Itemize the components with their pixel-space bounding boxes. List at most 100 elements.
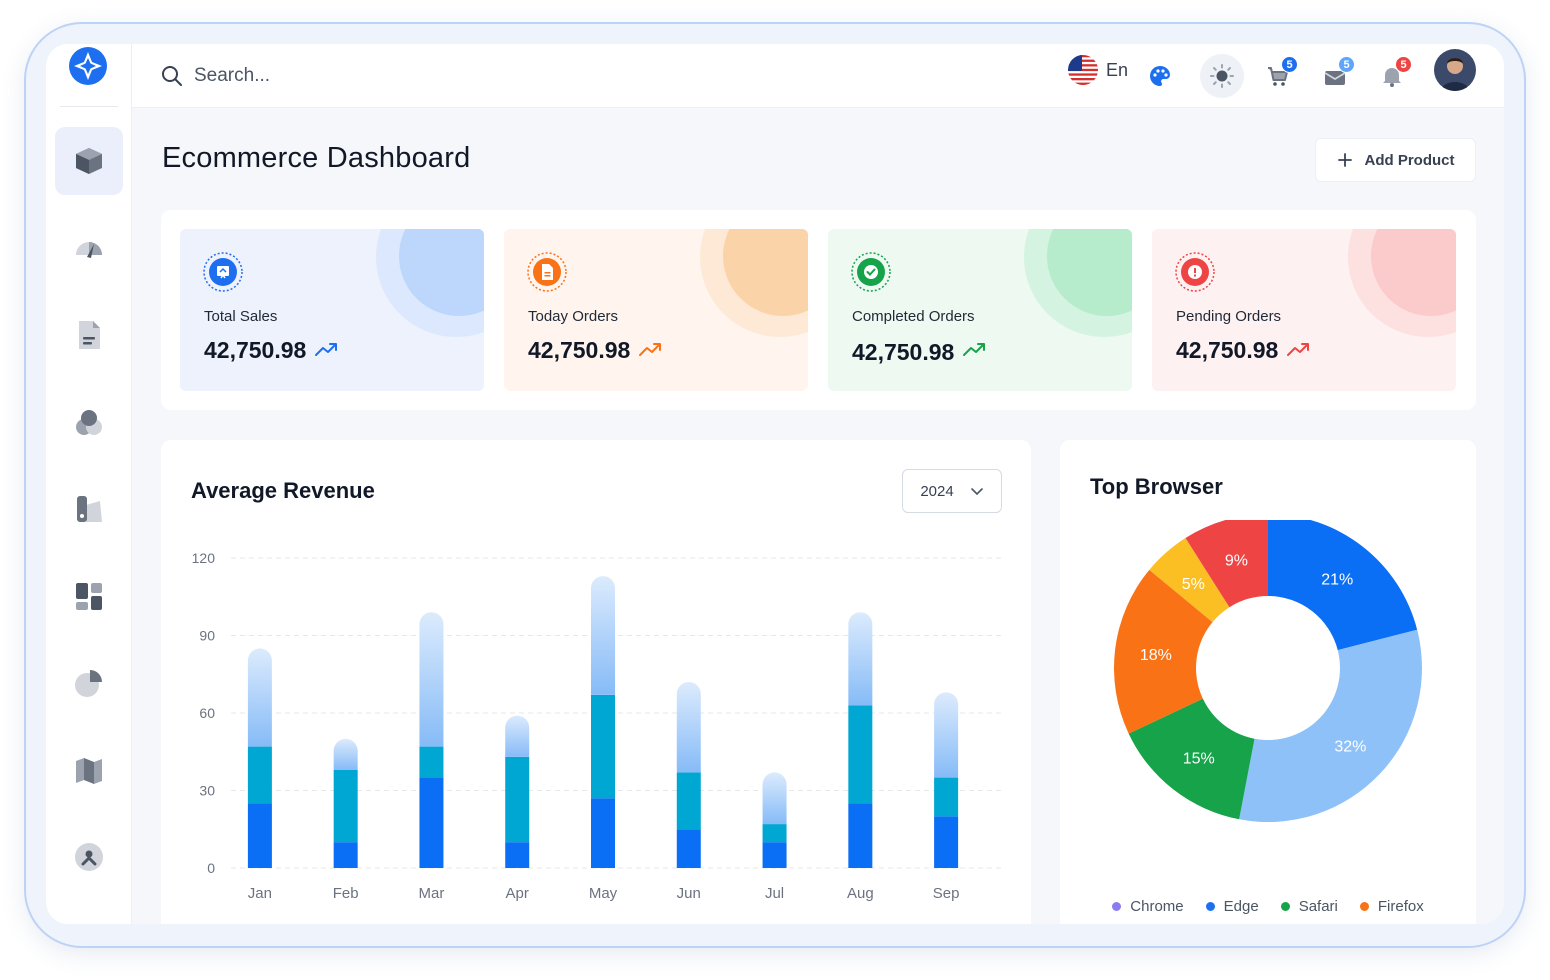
stat-card-today-orders[interactable]: Today Orders 42,750.98 [504, 229, 808, 391]
stat-card-pending-orders[interactable]: Pending Orders 42,750.98 [1152, 229, 1456, 391]
stat-label: Completed Orders [852, 308, 975, 325]
legend-dot [1112, 902, 1122, 911]
stat-value: 42,750.98 [852, 339, 955, 365]
bar-segment[interactable] [934, 816, 959, 868]
bar-segment[interactable] [676, 829, 701, 868]
bar-segment-top[interactable] [505, 715, 530, 757]
stat-card-completed-orders[interactable]: Completed Orders 42,750.98 [828, 229, 1132, 391]
stat-value: 42,750.98 [528, 337, 631, 363]
bar-segment-top[interactable] [419, 612, 444, 747]
trend-up-icon [639, 343, 661, 356]
bar-segment[interactable] [762, 842, 787, 868]
us-flag-icon [1068, 55, 1098, 85]
legend-item[interactable]: Edge [1205, 898, 1259, 915]
slice-label: 18% [1140, 647, 1172, 664]
bar-segment-top[interactable] [247, 648, 272, 747]
bar-segment[interactable] [591, 694, 615, 799]
sales-board-icon [203, 252, 243, 292]
bar-segment-top[interactable] [762, 772, 787, 825]
bar-segment-top[interactable] [848, 612, 873, 706]
messages-badge: 5 [1338, 56, 1355, 73]
bar-segment[interactable] [247, 746, 272, 804]
chevron-down-icon [970, 488, 983, 496]
bar-segment-top[interactable] [591, 576, 615, 695]
bar-segment[interactable] [934, 777, 959, 817]
search-box[interactable] [160, 56, 460, 96]
legend-item[interactable]: Firefox [1359, 898, 1424, 915]
y-tick-label: 120 [192, 550, 216, 566]
legend-label: Safari [1298, 898, 1338, 915]
bar-segment[interactable] [333, 769, 358, 843]
grid-icon [76, 583, 102, 610]
bar-segment-top[interactable] [333, 738, 358, 770]
pie-chart-icon [75, 670, 102, 697]
x-tick-label: Feb [333, 885, 359, 902]
legend-item[interactable]: Chrome [1112, 898, 1184, 915]
nav-support[interactable] [55, 823, 123, 891]
user-badge-icon [75, 843, 103, 871]
nav-charts[interactable] [55, 649, 123, 717]
sun-icon [1210, 64, 1234, 88]
nav-widgets[interactable] [55, 562, 123, 630]
nav-documents[interactable] [55, 301, 123, 369]
bar-segment[interactable] [848, 705, 873, 804]
bar-segment[interactable] [676, 772, 701, 830]
notifications-button[interactable]: 5 [1370, 54, 1414, 98]
top-bar: En 5 [132, 44, 1504, 108]
nav-apps[interactable] [55, 388, 123, 456]
bar-segment[interactable] [762, 824, 787, 843]
cart-button[interactable]: 5 [1256, 54, 1300, 98]
bar-segment[interactable] [419, 746, 444, 778]
bar-segment[interactable] [505, 756, 530, 843]
box-icon [76, 148, 102, 174]
x-tick-label: Sep [933, 885, 960, 902]
bar-segment-top[interactable] [676, 682, 701, 773]
user-avatar[interactable] [1434, 49, 1476, 91]
dark-mode-toggle[interactable] [1200, 54, 1244, 98]
add-product-button[interactable]: Add Product [1315, 138, 1476, 182]
x-tick-label: Apr [506, 885, 529, 902]
y-tick-label: 0 [207, 860, 215, 876]
notifications-badge: 5 [1395, 56, 1412, 73]
page-title: Ecommerce Dashboard [162, 142, 471, 174]
bar-segment[interactable] [333, 842, 358, 868]
circles-icon [76, 410, 102, 435]
browser-title: Top Browser [1090, 474, 1223, 499]
donut-slice[interactable] [1239, 629, 1422, 822]
legend-label: Chrome [1130, 898, 1184, 915]
sidebar [46, 44, 132, 924]
legend-item[interactable]: Safari [1280, 898, 1338, 915]
language-selector[interactable]: En [1068, 55, 1128, 85]
x-tick-label: Aug [847, 885, 874, 902]
bar-segment[interactable] [419, 777, 444, 868]
revenue-title: Average Revenue [191, 478, 375, 503]
x-tick-label: Jun [677, 885, 701, 902]
year-select[interactable]: 2024 [902, 469, 1002, 513]
search-input[interactable] [194, 65, 434, 87]
nav-design[interactable] [55, 475, 123, 543]
theme-palette-button[interactable] [1138, 54, 1182, 98]
slice-label: 21% [1321, 572, 1353, 589]
bar-segment[interactable] [247, 803, 272, 868]
language-label: En [1106, 59, 1129, 80]
nav-ecommerce[interactable] [55, 127, 123, 195]
stat-card-total-sales[interactable]: Total Sales 42,750.98 [180, 229, 484, 391]
bar-segment[interactable] [591, 798, 615, 868]
legend-label: Edge [1223, 898, 1259, 915]
search-icon [162, 66, 182, 86]
alert-clock-icon [1175, 252, 1215, 292]
nav-maps[interactable] [55, 736, 123, 804]
slice-label: 32% [1334, 738, 1366, 755]
legend-label: Firefox [1377, 898, 1424, 915]
stat-label: Pending Orders [1176, 308, 1282, 325]
palette-icon [1150, 66, 1170, 86]
app-logo[interactable] [68, 46, 108, 86]
bar-segment-top[interactable] [934, 692, 959, 778]
top-browser-card: Top Browser 21% 32% 15% 18% 5% 9% Chrome Edge S… [1060, 440, 1476, 924]
messages-button[interactable]: 5 [1313, 54, 1357, 98]
slice-label: 15% [1183, 750, 1215, 767]
nav-analytics[interactable] [55, 214, 123, 282]
stats-panel: Total Sales 42,750.98 Today Orders 42,75… [161, 210, 1476, 410]
bar-segment[interactable] [848, 803, 873, 868]
bar-segment[interactable] [505, 842, 530, 868]
